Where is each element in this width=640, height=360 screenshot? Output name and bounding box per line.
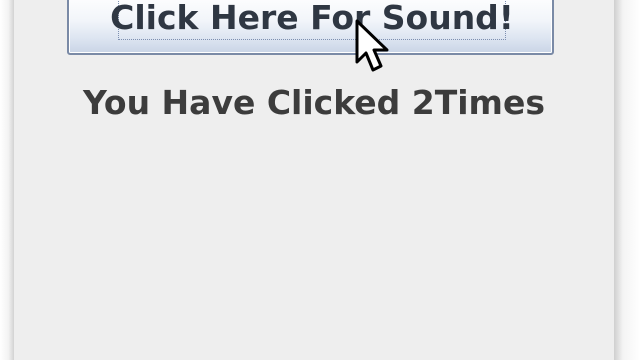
content-panel: Click Here For Sound! You Have Clicked 2… <box>14 0 614 360</box>
window-frame-left <box>0 0 14 360</box>
window-frame-right <box>614 0 640 360</box>
sound-button-label: Click Here For Sound! <box>110 0 514 37</box>
click-count-label: You Have Clicked 2Times <box>83 83 545 122</box>
sound-button[interactable]: Click Here For Sound! <box>67 0 554 55</box>
screen: Click Here For Sound! You Have Clicked 2… <box>0 0 640 360</box>
button-focus-outline: Click Here For Sound! <box>110 0 514 40</box>
